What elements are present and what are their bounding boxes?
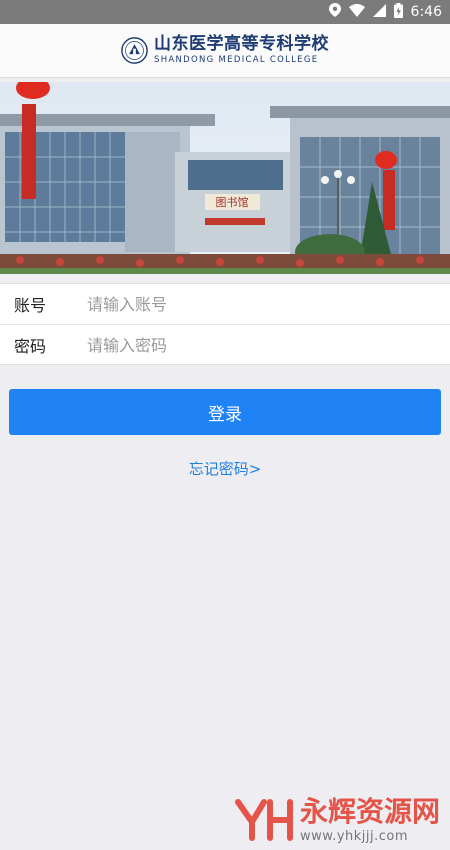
battery-icon — [393, 2, 403, 22]
college-seal-icon — [121, 37, 148, 64]
login-button[interactable]: 登录 — [9, 389, 441, 435]
forgot-password-link[interactable]: 忘记密码> — [0, 458, 450, 479]
watermark: 永辉资源网 www.yhkjjj.com — [234, 796, 440, 844]
password-input[interactable] — [85, 334, 409, 356]
account-label: 账号 — [14, 296, 47, 315]
status-icons: 6:46 — [328, 0, 442, 24]
signal-icon — [372, 3, 386, 21]
account-row: 账号 — [0, 284, 450, 324]
status-time: 6:46 — [410, 4, 442, 20]
building-sign: 图书馆 — [216, 195, 249, 209]
app-header: 山东医学高等专科学校 SHANDONG MEDICAL COLLEGE — [0, 24, 450, 78]
college-logo: 山东医学高等专科学校 SHANDONG MEDICAL COLLEGE — [121, 36, 329, 65]
wifi-icon — [348, 3, 365, 21]
account-input[interactable] — [85, 293, 409, 315]
watermark-name: 永辉资源网 — [299, 794, 440, 828]
watermark-url: www.yhkjjj.com — [299, 828, 409, 844]
login-form: 账号 密码 — [0, 283, 450, 365]
password-label: 密码 — [14, 337, 47, 356]
campus-banner-image: 图书馆 — [0, 82, 450, 274]
college-name-en: SHANDONG MEDICAL COLLEGE — [154, 55, 319, 66]
password-row: 密码 — [0, 324, 450, 365]
location-icon — [328, 3, 341, 21]
college-name-cn: 山东医学高等专科学校 — [154, 34, 329, 55]
watermark-logo-icon — [234, 799, 293, 841]
status-bar: 6:46 — [0, 0, 450, 24]
